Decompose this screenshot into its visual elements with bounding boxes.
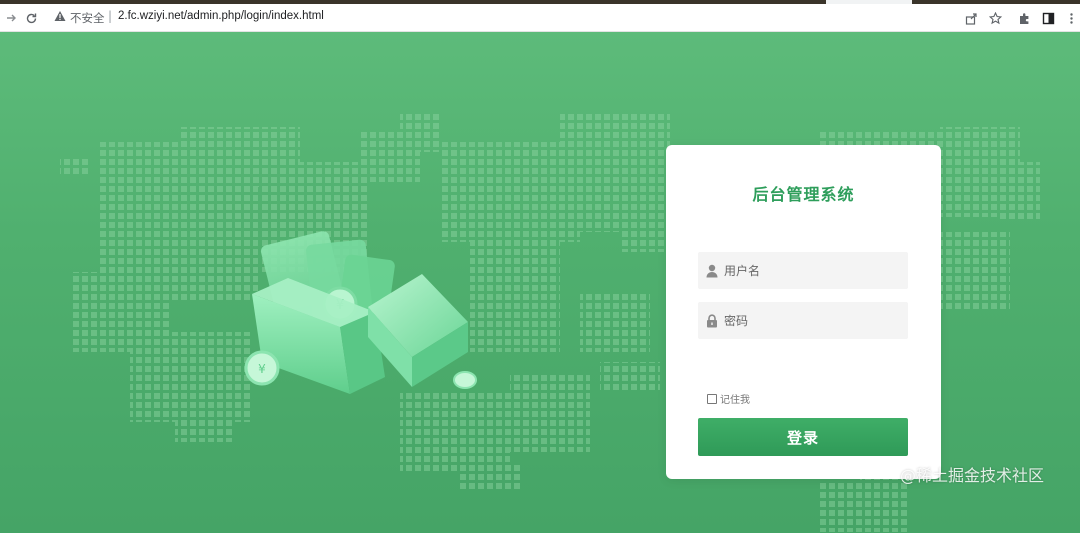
share-icon[interactable] <box>962 9 980 27</box>
remember-checkbox[interactable] <box>707 393 717 404</box>
page-title: 后台管理系统 <box>752 185 855 204</box>
login-page-background: ¥ ¥ 后台管理系统 <box>0 32 1080 533</box>
password-input[interactable] <box>724 302 904 339</box>
arrow-right-icon[interactable] <box>0 4 22 32</box>
login-card: 后台管理系统 记住我 登录 <box>666 145 941 479</box>
star-icon[interactable] <box>986 9 1004 27</box>
svg-text:¥: ¥ <box>258 362 266 376</box>
security-label[interactable]: 不安全 <box>70 10 105 26</box>
password-field[interactable] <box>698 302 908 339</box>
side-panel-icon[interactable] <box>1039 9 1057 27</box>
browser-address-bar: 不安全 | 2.fc.wziyi.net/admin.php/login/ind… <box>0 4 1080 32</box>
warning-icon[interactable] <box>54 10 66 25</box>
url-divider: | <box>108 9 113 23</box>
remember-label: 记住我 <box>720 395 750 406</box>
user-icon <box>706 263 718 278</box>
username-input[interactable] <box>724 252 904 289</box>
more-vertical-icon[interactable] <box>1062 9 1080 27</box>
money-box-illustration: ¥ ¥ <box>244 231 477 394</box>
watermark: @稀土掘金技术社区 <box>900 466 1045 485</box>
puzzle-icon[interactable] <box>1015 9 1033 27</box>
login-button[interactable]: 登录 <box>698 418 908 456</box>
username-field[interactable] <box>698 252 908 289</box>
url-text[interactable]: 2.fc.wziyi.net/admin.php/login/index.htm… <box>118 10 324 22</box>
remember-me[interactable]: 记住我 <box>707 391 750 406</box>
lock-icon <box>706 313 718 328</box>
reload-icon[interactable] <box>20 4 42 32</box>
